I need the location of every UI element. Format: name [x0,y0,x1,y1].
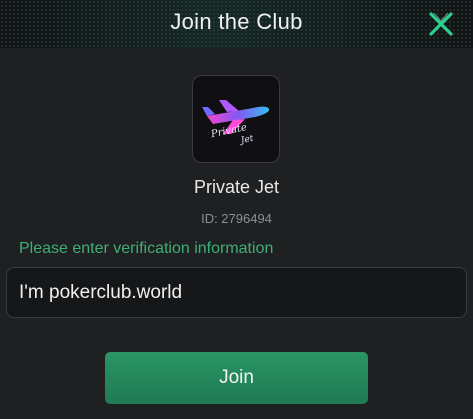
close-button[interactable] [427,10,455,38]
dialog-header: Join the Club [0,0,473,48]
dialog-title: Join the Club [170,9,303,34]
join-button[interactable]: Join [105,352,368,404]
join-club-dialog: Join the Club Private Jet Private Jet ID… [0,0,473,419]
logo-text-line2: Jet [238,134,255,147]
club-logo: Private Jet [192,75,280,163]
verification-input[interactable] [6,267,467,318]
verification-prompt: Please enter verification information [19,240,274,257]
close-icon [429,12,453,36]
club-id: ID: 2796494 [201,211,272,226]
club-name: Private Jet [193,177,280,197]
airplane-logo-icon: Private Jet [202,100,270,147]
